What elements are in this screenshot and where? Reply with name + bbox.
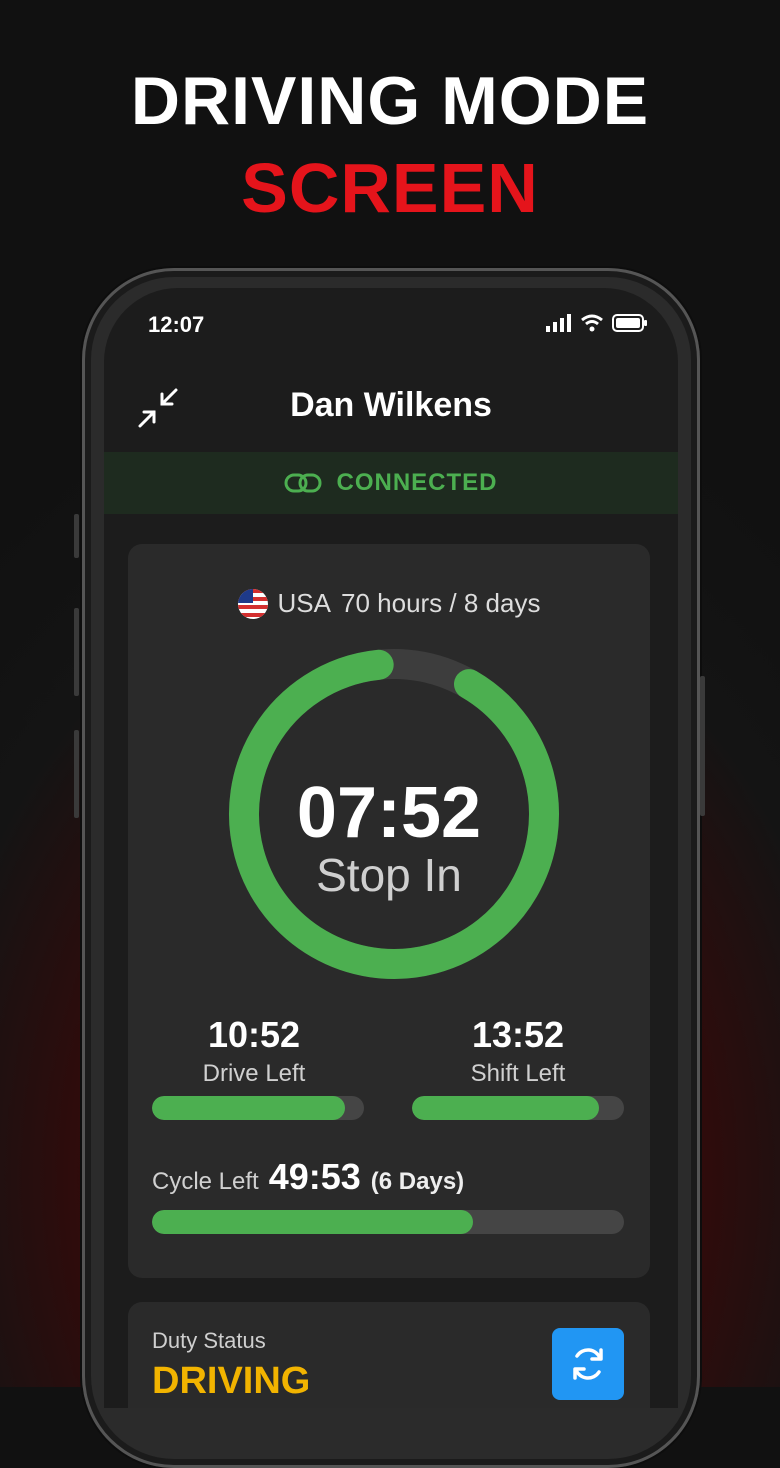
ruleset: USA 70 hours / 8 days [128,588,650,619]
link-icon [284,473,322,493]
shift-left-bar-fill [412,1096,599,1120]
cycle-left-days: (6 Days) [370,1168,465,1195]
ruleset-country: USA [277,588,331,618]
shift-left-label: Shift Left [470,1060,566,1087]
phone-volume-down [74,730,79,818]
headline-screen: SCREEN [241,149,539,227]
driver-name: Dan Wilkens [290,386,492,424]
wifi-icon [581,314,603,332]
app-screen: 12:07 Dan Wilkens CONNECTED USA 70 hours… [104,288,678,1408]
phone-power-button [700,676,705,816]
phone-mute-switch [74,514,79,558]
status-time: 12:07 [148,312,205,337]
duty-status-value: DRIVING [152,1360,311,1402]
cycle-left-value: 49:53 [268,1156,361,1197]
stop-in-timer: 07:52 [296,773,482,853]
ruleset-cycle: 70 hours / 8 days [341,588,541,618]
signal-icon [546,314,571,332]
us-flag-icon [237,588,268,619]
connection-banner: CONNECTED [104,452,678,514]
battery-icon [612,314,647,332]
drive-left-bar [152,1096,364,1120]
drive-left-label: Drive Left [202,1060,306,1087]
stop-in-label: Stop In [316,849,462,901]
status-icons [546,314,648,332]
drive-left-stat: 10:52 Drive Left [154,1014,354,1088]
hos-card: USA 70 hours / 8 days 07:52 Stop In 10:5… [128,544,650,1278]
cycle-left-label: Cycle Left [152,1168,259,1195]
shift-left-value: 13:52 [471,1014,565,1055]
sync-icon [573,1348,603,1380]
headline-driving-mode: DRIVING MODE [130,63,650,139]
phone-volume-up [74,608,79,696]
duty-status-label: Duty Status [152,1328,266,1353]
drive-left-value: 10:52 [207,1014,301,1055]
cycle-left: Cycle Left 49:53 (6 Days) [152,1156,464,1198]
shift-left-stat: 13:52 Shift Left [418,1014,618,1088]
duty-status-card: Duty Status DRIVING [128,1302,650,1408]
change-status-button[interactable] [552,1328,624,1400]
shift-left-bar [412,1096,624,1120]
connection-status: CONNECTED [336,469,498,496]
cycle-left-bar-fill [152,1210,473,1234]
app-header: Dan Wilkens [104,378,678,438]
cycle-left-bar [152,1210,624,1234]
drive-left-bar-fill [152,1096,345,1120]
